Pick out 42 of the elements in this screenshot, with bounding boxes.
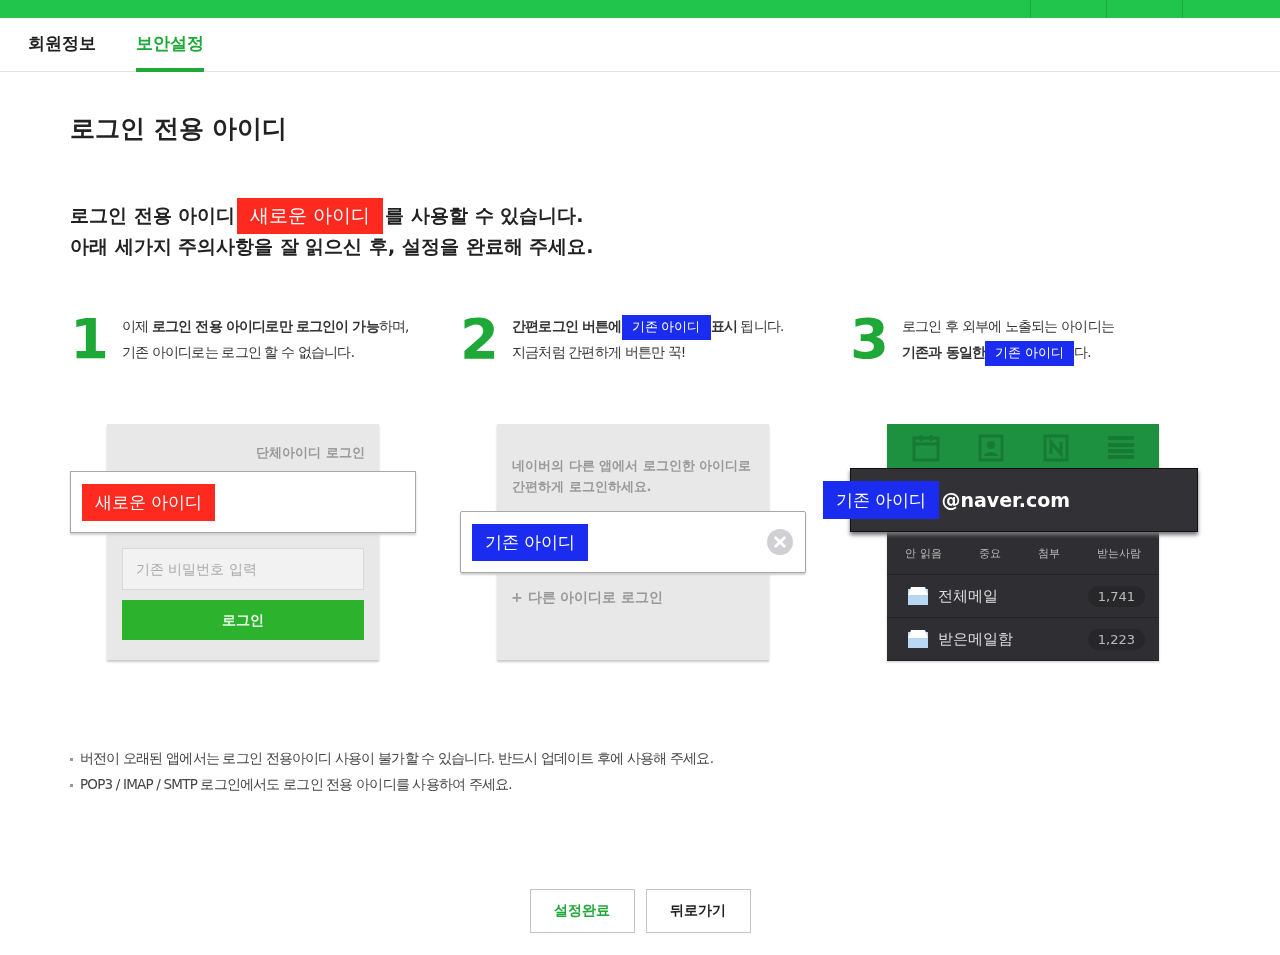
id-label: 기존 아이디 [985, 340, 1075, 366]
step-text: 지금처럼 간편하게 버튼만 꾹! [512, 344, 686, 362]
mockup-text: 단체아이디 로그인 [255, 444, 366, 462]
id-label: 기존 아이디 [472, 523, 589, 561]
intro-text: 를 사용할 수 있습니다. [385, 202, 584, 228]
shortcut-label: 받는사람 [1096, 546, 1141, 562]
id-label: 새로운 아이디 [82, 483, 216, 521]
action-button[interactable]: 뒤로가기 [645, 889, 751, 933]
step-text: 기존과 동일한 [902, 344, 986, 362]
page-title: 로그인 전용 아이디 [70, 113, 289, 145]
folder-icon [906, 585, 930, 607]
step-number: 2 [460, 306, 500, 372]
id-label: 기존 아이디 [823, 481, 940, 519]
step-text: 이제 로그인 전용 아이디로만 로그인이 가능하며, [122, 318, 409, 336]
tab[interactable]: 회원정보 [28, 18, 96, 72]
mail-count: 1,223 [1087, 628, 1145, 650]
mockup-text: 간편하게 로그인하세요. [512, 478, 653, 496]
step-number: 1 [70, 306, 110, 372]
shortcut-label: 안 읽음 [905, 546, 942, 562]
intro-text: 로그인 전용 아이디 [70, 202, 236, 228]
step-text: 간편로그인 버튼에 [512, 318, 622, 336]
mail-count: 1,741 [1087, 585, 1145, 607]
step-number: 3 [850, 306, 890, 372]
step-text: 로그인 후 외부에 노출되는 아이디는 [902, 318, 1114, 336]
intro-text: 아래 세가지 주의사항을 잘 읽으신 후, 설정을 완료해 주세요. [70, 233, 594, 259]
shortcut-label: 중요 [978, 546, 1001, 562]
folder-name: 받은메일함 [938, 629, 1014, 649]
clear-icon [767, 529, 793, 555]
email-domain: @naver.com [941, 489, 1071, 511]
folder-icon [906, 628, 930, 650]
shortcut-label: 첨부 [1037, 546, 1060, 562]
id-label: 기존 아이디 [621, 314, 711, 340]
id-label: 새로운 아이디 [237, 197, 384, 234]
step-text: 다. [1074, 344, 1091, 362]
mockup-text: 네이버의 다른 앱에서 로그인한 아이디로 [512, 457, 753, 475]
folder-name: 전체메일 [938, 586, 999, 606]
step-text: 기존 아이디로는 로그인 할 수 없습니다. [122, 344, 355, 362]
password-field: 기존 비밀번호 입력 [122, 548, 364, 590]
note-text: POP3 / IMAP / SMTP 로그인에서도 로그인 전용 아이디를 사용하여 주세요. [80, 776, 512, 794]
note-text: 버전이 오래된 앱에서는 로그인 전용아이디 사용이 불가할 수 있습니다. 반드시 업데이트 후에 사용해 주세요. [80, 750, 714, 768]
login-button-mockup: 로그인 [122, 600, 364, 640]
step-text: 표시 됩니다. [710, 318, 784, 336]
